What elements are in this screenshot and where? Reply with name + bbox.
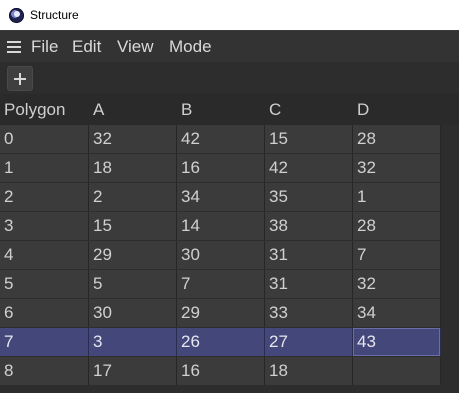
cell-b[interactable]: 34 <box>177 183 265 211</box>
cell-polygon[interactable]: 7 <box>0 328 89 356</box>
menu-bar: File Edit View Mode <box>0 31 459 62</box>
cell-b[interactable]: 30 <box>177 241 265 269</box>
cell-d[interactable]: 34 <box>353 299 441 327</box>
cell-a[interactable]: 3 <box>89 328 177 356</box>
cell-b[interactable]: 14 <box>177 212 265 240</box>
table-header: Polygon A B C D <box>0 94 459 125</box>
column-header-d[interactable]: D <box>353 94 441 125</box>
menu-mode[interactable]: Mode <box>169 37 212 57</box>
structure-table: Polygon A B C D 0 32 42 15 28 1 18 16 42 32 2 2 34 35… <box>0 94 459 393</box>
table-row[interactable]: 1 18 16 42 32 <box>0 154 459 182</box>
cell-d[interactable]: 7 <box>353 241 441 269</box>
column-header-a[interactable]: A <box>89 94 177 125</box>
cell-d[interactable]: 28 <box>353 125 441 153</box>
cell-b[interactable]: 26 <box>177 328 265 356</box>
cell-a[interactable]: 5 <box>89 270 177 298</box>
table-row[interactable]: 7 3 26 27 43 <box>0 328 459 356</box>
column-header-polygon[interactable]: Polygon <box>0 94 89 125</box>
add-plus-icon[interactable] <box>7 66 33 91</box>
cell-polygon[interactable]: 3 <box>0 212 89 240</box>
table-row[interactable]: 4 29 30 31 7 <box>0 241 459 269</box>
cell-polygon[interactable]: 0 <box>0 125 89 153</box>
cell-a[interactable]: 32 <box>89 125 177 153</box>
column-header-c[interactable]: C <box>265 94 353 125</box>
cell-b[interactable]: 29 <box>177 299 265 327</box>
cell-polygon[interactable]: 2 <box>0 183 89 211</box>
menu-edit[interactable]: Edit <box>72 37 101 57</box>
cell-polygon[interactable]: 6 <box>0 299 89 327</box>
cell-c[interactable]: 42 <box>265 154 353 182</box>
cell-a[interactable]: 2 <box>89 183 177 211</box>
table-row[interactable]: 8 17 16 18 <box>0 357 459 385</box>
cell-d[interactable]: 32 <box>353 154 441 182</box>
table-row[interactable]: 0 32 42 15 28 <box>0 125 459 153</box>
cell-b[interactable]: 7 <box>177 270 265 298</box>
cell-a[interactable]: 30 <box>89 299 177 327</box>
cell-d[interactable] <box>353 357 441 385</box>
table-row[interactable]: 2 2 34 35 1 <box>0 183 459 211</box>
cell-c[interactable]: 15 <box>265 125 353 153</box>
cell-c[interactable]: 33 <box>265 299 353 327</box>
cell-c[interactable]: 38 <box>265 212 353 240</box>
cell-polygon[interactable]: 8 <box>0 357 89 385</box>
cell-d[interactable]: 32 <box>353 270 441 298</box>
cell-c[interactable]: 27 <box>265 328 353 356</box>
title-bar: Structure <box>0 0 459 31</box>
cell-a[interactable]: 18 <box>89 154 177 182</box>
cell-b[interactable]: 16 <box>177 154 265 182</box>
toolbar <box>0 62 459 94</box>
cell-d[interactable]: 43 <box>353 328 441 356</box>
menu-view[interactable]: View <box>117 37 154 57</box>
cell-c[interactable]: 18 <box>265 357 353 385</box>
hamburger-menu-icon[interactable] <box>7 41 21 53</box>
cell-a[interactable]: 17 <box>89 357 177 385</box>
cell-c[interactable]: 35 <box>265 183 353 211</box>
table-row[interactable]: 6 30 29 33 34 <box>0 299 459 327</box>
app-logo-icon <box>9 8 24 23</box>
menu-file[interactable]: File <box>31 37 58 57</box>
cell-d[interactable]: 28 <box>353 212 441 240</box>
column-header-b[interactable]: B <box>177 94 265 125</box>
table-row[interactable]: 5 5 7 31 32 <box>0 270 459 298</box>
cell-c[interactable]: 31 <box>265 241 353 269</box>
cell-b[interactable]: 42 <box>177 125 265 153</box>
cell-polygon[interactable]: 1 <box>0 154 89 182</box>
window-title: Structure <box>30 8 79 22</box>
cell-c[interactable]: 31 <box>265 270 353 298</box>
table-row[interactable]: 3 15 14 38 28 <box>0 212 459 240</box>
cell-polygon[interactable]: 4 <box>0 241 89 269</box>
cell-d[interactable]: 1 <box>353 183 441 211</box>
cell-a[interactable]: 29 <box>89 241 177 269</box>
cell-polygon[interactable]: 5 <box>0 270 89 298</box>
cell-a[interactable]: 15 <box>89 212 177 240</box>
cell-b[interactable]: 16 <box>177 357 265 385</box>
